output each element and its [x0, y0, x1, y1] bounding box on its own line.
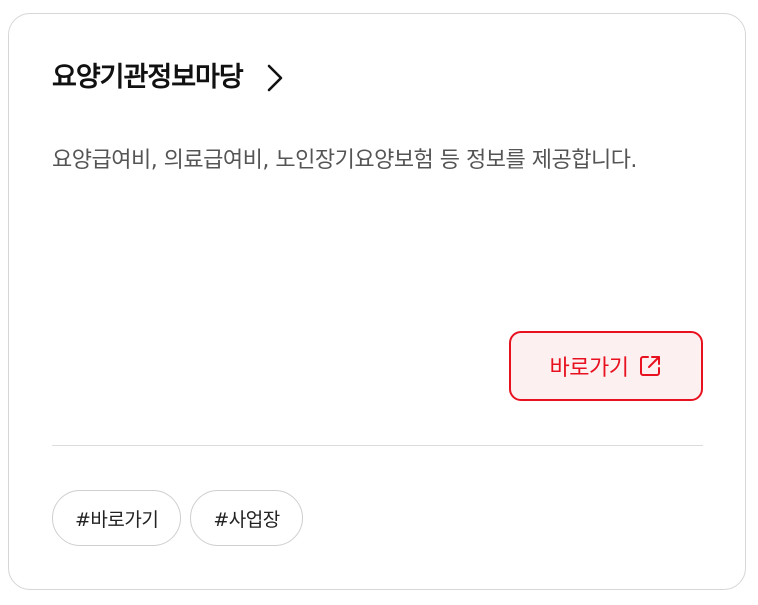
- service-card: 요양기관정보마당 요양급여비, 의료급여비, 노인장기요양보험 등 정보를 제공…: [8, 13, 746, 590]
- tag-workplace[interactable]: #사업장: [190, 490, 303, 546]
- external-link-icon: [638, 354, 662, 378]
- card-description: 요양급여비, 의료급여비, 노인장기요양보험 등 정보를 제공합니다.: [52, 148, 637, 173]
- chevron-right-icon: [265, 63, 285, 93]
- card-title: 요양기관정보마당: [52, 62, 244, 93]
- go-button-label: 바로가기: [549, 356, 629, 381]
- tag-list: #바로가기 #사업장: [52, 490, 303, 546]
- tag-shortcut[interactable]: #바로가기: [52, 490, 182, 546]
- card-title-link[interactable]: 요양기관정보마당: [52, 56, 285, 100]
- go-button[interactable]: 바로가기: [509, 331, 703, 401]
- divider: [52, 445, 703, 446]
